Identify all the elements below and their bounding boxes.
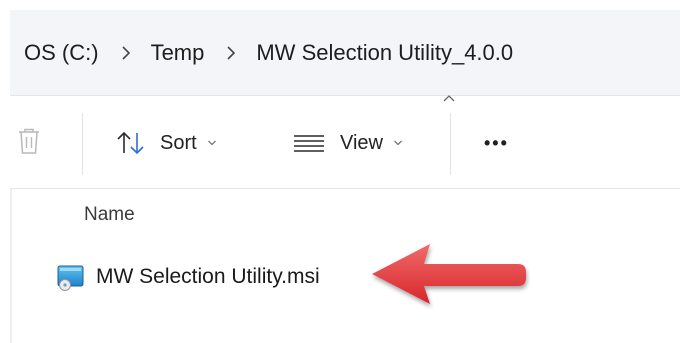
sort-arrows-icon bbox=[116, 130, 146, 156]
file-name: MW Selection Utility.msi bbox=[96, 265, 320, 288]
chevron-right-icon[interactable] bbox=[121, 45, 131, 61]
toolbar-divider bbox=[450, 113, 451, 175]
breadcrumb: OS (C:) Temp MW Selection Utility_4.0.0 bbox=[10, 10, 680, 96]
view-label: View bbox=[340, 131, 383, 154]
more-icon: ••• bbox=[484, 132, 509, 153]
chevron-right-icon[interactable] bbox=[226, 45, 236, 61]
breadcrumb-item-temp[interactable]: Temp bbox=[151, 40, 205, 66]
more-options-button[interactable]: ••• bbox=[484, 97, 509, 189]
view-button[interactable]: View bbox=[292, 97, 403, 189]
chevron-down-icon bbox=[393, 139, 403, 147]
chevron-down-icon bbox=[207, 139, 217, 147]
delete-button[interactable] bbox=[16, 97, 42, 189]
trash-icon bbox=[16, 126, 42, 161]
arrow-left-icon bbox=[368, 240, 530, 315]
sort-label: Sort bbox=[160, 131, 197, 154]
msi-installer-icon bbox=[56, 262, 86, 292]
sort-button[interactable]: Sort bbox=[116, 97, 217, 189]
file-row[interactable]: MW Selection Utility.msi bbox=[56, 260, 320, 294]
navigation-pane-border bbox=[10, 189, 12, 343]
command-bar: Sort View ••• bbox=[10, 97, 680, 189]
sort-ascending-icon bbox=[442, 90, 456, 108]
column-header-name[interactable]: Name bbox=[84, 204, 135, 226]
toolbar-divider bbox=[82, 113, 83, 175]
breadcrumb-item-drive[interactable]: OS (C:) bbox=[24, 40, 99, 66]
file-explorer-window: OS (C:) Temp MW Selection Utility_4.0.0 bbox=[0, 0, 680, 343]
view-lines-icon bbox=[292, 133, 326, 153]
breadcrumb-item-current-folder[interactable]: MW Selection Utility_4.0.0 bbox=[256, 40, 513, 66]
